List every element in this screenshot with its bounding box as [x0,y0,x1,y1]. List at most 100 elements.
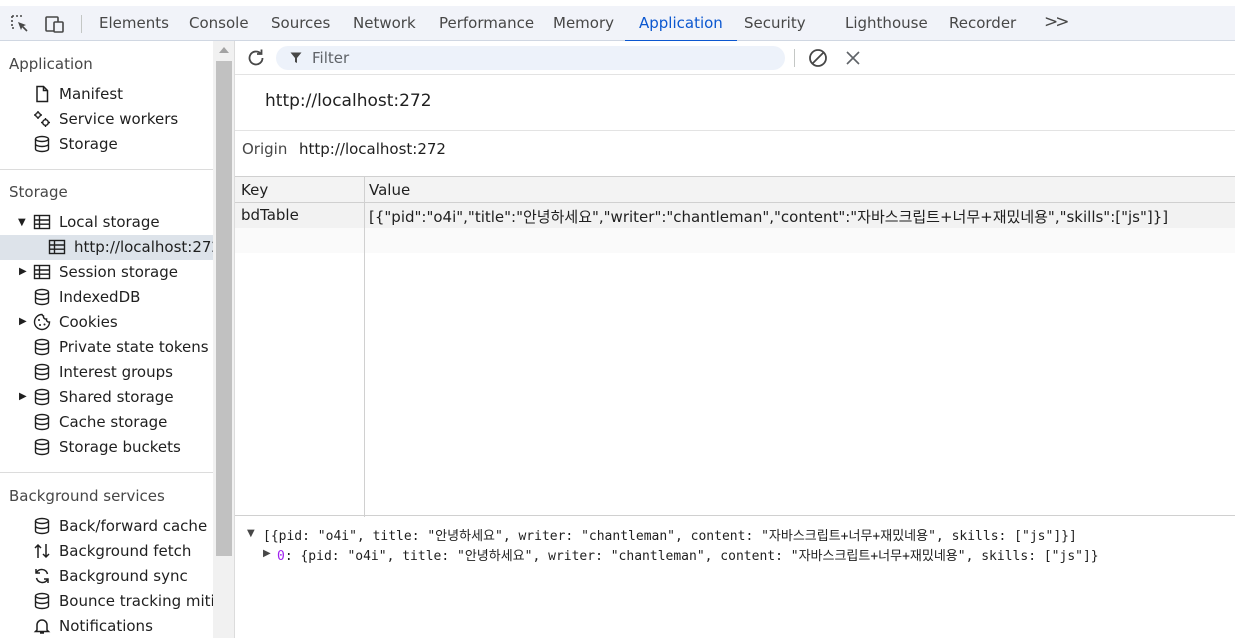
tab-lighthouse[interactable]: Lighthouse [845,6,928,41]
gears-icon [34,111,50,127]
filter-box[interactable] [276,46,785,70]
inspect-element-icon[interactable] [9,13,31,35]
sidebar-item-label: Storage [59,135,118,153]
bell-icon [33,619,51,634]
sidebar-item-label: Notifications [59,617,153,635]
sidebar-item-interest-groups[interactable]: Interest groups [33,360,213,385]
close-icon[interactable] [844,49,862,67]
sidebar-item-storage-buckets[interactable]: Storage buckets [33,435,213,460]
scrollbar-thumb[interactable] [216,61,232,556]
sidebar-item-label: IndexedDB [59,288,141,306]
sidebar-item-manifest[interactable]: Manifest [33,82,213,107]
sidebar-item-bounce-tracking[interactable]: Bounce tracking mitiga [33,589,213,614]
table-icon [48,239,66,255]
sidebar-item-label: Interest groups [59,363,173,381]
sidebar-item-label: http://localhost:272 [74,238,213,256]
device-toolbar-icon[interactable] [44,13,66,35]
tab-elements[interactable]: Elements [99,6,169,41]
expand-triangle[interactable]: ▶ [19,391,27,402]
sidebar-scrollbar[interactable] [213,41,235,638]
document-icon [36,85,49,103]
origin-value: http://localhost:272 [299,140,446,158]
section-divider [0,472,213,473]
more-tabs-button[interactable]: >> [1044,12,1069,32]
database-icon [34,288,50,306]
expand-triangle[interactable]: ▶ [19,316,27,327]
sidebar-item-indexeddb[interactable]: IndexedDB [33,285,213,310]
sidebar-item-shared-storage[interactable]: Shared storage [33,385,213,410]
table-row-empty [235,228,1235,253]
column-separator[interactable] [364,177,365,517]
section-title-background-services: Background services [9,487,165,505]
storage-toolbar [235,41,1235,75]
table-header: Key Value [235,177,1235,203]
sidebar-item-label: Local storage [59,213,160,231]
sidebar-item-localhost-origin[interactable]: http://localhost:272 [0,235,213,260]
filter-input[interactable] [312,46,772,70]
sidebar-item-label: Service workers [59,110,179,128]
scroll-up-arrow-icon[interactable] [219,47,229,53]
storage-viewer: http://localhost:272 Origin http://local… [235,41,1235,638]
database-icon [34,413,50,431]
sidebar-item-cookies[interactable]: Cookies [33,310,213,335]
sidebar-item-label: Session storage [59,263,178,281]
sidebar-item-service-workers[interactable]: Service workers [33,107,213,132]
sidebar-item-label: Back/forward cache [59,517,208,535]
expand-triangle[interactable]: ▶ [19,266,27,277]
row-key: bdTable [241,206,299,224]
sidebar-item-label: Bounce tracking mitiga [59,592,213,610]
clear-all-icon[interactable] [807,47,829,69]
array-index: 0 [277,549,285,564]
preview-line-item: 0: {pid: "o4i", title: "안녕하세요", writer: … [277,545,1099,564]
sidebar-item-label: Cookies [59,313,118,331]
sidebar-item-storage[interactable]: Storage [33,132,213,157]
preview-line-root: [{pid: "o4i", title: "안녕하세요", writer: "c… [263,529,1077,544]
database-icon [34,438,50,456]
filter-icon [290,52,302,63]
section-title-storage: Storage [9,183,68,201]
sidebar-item-label: Background sync [59,567,188,585]
table-row[interactable]: bdTable [{"pid":"o4i","title":"안녕하세요","w… [235,203,1235,228]
sidebar-item-background-fetch[interactable]: Background fetch [33,539,213,564]
arrows-updown-icon [34,543,50,559]
table-icon [33,264,51,280]
section-divider [0,169,213,170]
sidebar-item-back-forward-cache[interactable]: Back/forward cache [33,514,213,539]
sidebar-item-label: Private state tokens [59,338,209,356]
sidebar-item-private-state-tokens[interactable]: Private state tokens [33,335,213,360]
sidebar-item-background-sync[interactable]: Background sync [33,564,213,589]
tab-network[interactable]: Network [353,6,416,41]
database-icon [34,135,50,153]
tab-memory[interactable]: Memory [553,6,614,41]
toolbar-separator [81,15,82,33]
expand-triangle[interactable]: ▶ [263,548,271,559]
sidebar-item-local-storage[interactable]: Local storage [33,210,213,235]
sidebar-item-session-storage[interactable]: Session storage [33,260,213,285]
collapse-triangle[interactable]: ▼ [18,217,26,228]
tab-application[interactable]: Application [625,6,737,42]
tab-recorder[interactable]: Recorder [949,6,1016,41]
database-icon [34,363,50,381]
sidebar-item-cache-storage[interactable]: Cache storage [33,410,213,435]
origin-label: Origin [242,140,288,158]
database-icon [34,388,50,406]
sidebar-item-label: Background fetch [59,542,192,560]
sidebar-item-label: Cache storage [59,413,168,431]
tab-console[interactable]: Console [189,6,249,41]
tab-security[interactable]: Security [744,6,806,41]
refresh-icon[interactable] [245,47,267,69]
database-icon [34,517,50,535]
sidebar-item-label: Shared storage [59,388,174,406]
tab-sources[interactable]: Sources [271,6,330,41]
collapse-triangle[interactable]: ▼ [247,528,255,539]
column-header-value[interactable]: Value [369,181,410,199]
sidebar-item-label: Storage buckets [59,438,181,456]
column-header-key[interactable]: Key [241,181,268,199]
sidebar-item-notifications[interactable]: Notifications [33,614,213,638]
tab-performance[interactable]: Performance [439,6,534,41]
origin-heading: http://localhost:272 [265,91,432,111]
value-preview: ▼ [{pid: "o4i", title: "안녕하세요", writer: … [235,517,1235,638]
devtools-tabbar: Elements Console Sources Network Perform… [0,6,1235,42]
database-icon [34,338,50,356]
cookie-icon [33,313,51,331]
